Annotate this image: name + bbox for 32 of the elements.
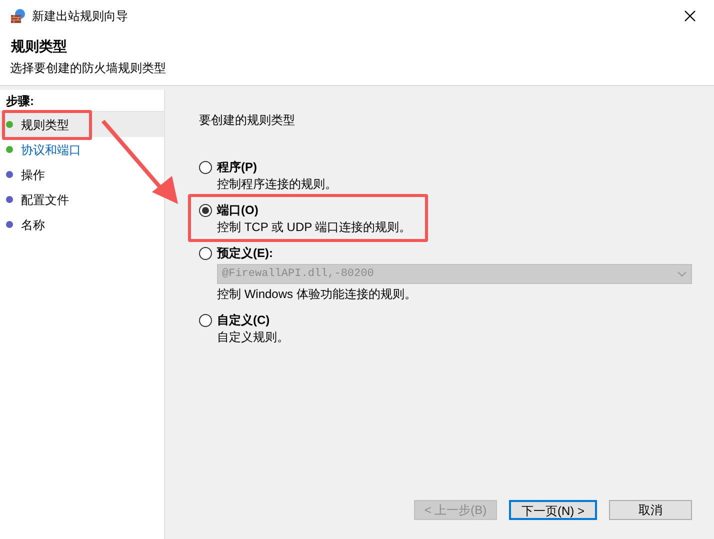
dialog-button[interactable]: 取消 <box>609 500 692 520</box>
close-icon[interactable] <box>684 10 696 22</box>
option-description: 自定义规则。 <box>217 329 290 345</box>
step-item[interactable]: 操作 <box>0 162 51 187</box>
radio-button[interactable] <box>199 161 212 174</box>
option-description: 控制 TCP 或 UDP 端口连接的规则。 <box>217 219 412 235</box>
step-label: 操作 <box>21 166 45 184</box>
step-item[interactable]: 名称 <box>0 212 51 237</box>
dialog-button[interactable]: 下一页(N) > <box>509 500 597 520</box>
step-item[interactable]: 配置文件 <box>0 187 75 212</box>
option-label[interactable]: 端口(O) <box>217 202 692 219</box>
page-heading: 规则类型 <box>10 37 68 56</box>
step-item[interactable]: 规则类型 <box>0 112 164 137</box>
radio-button[interactable] <box>199 204 212 217</box>
option-description: 控制程序连接的规则。 <box>217 176 338 192</box>
step-label[interactable]: 协议和端口 <box>21 140 81 158</box>
chevron-down-icon <box>677 271 687 277</box>
step-label: 规则类型 <box>21 116 69 134</box>
page-subtitle: 选择要创建的防火墙规则类型 <box>10 60 167 76</box>
prompt-text: 要创建的规则类型 <box>199 112 296 129</box>
radio-button[interactable] <box>199 247 212 260</box>
window-title: 新建出站规则向导 <box>32 8 128 25</box>
option-label[interactable]: 自定义(C) <box>217 312 692 329</box>
option-label[interactable]: 预定义(E): <box>217 245 692 262</box>
radio-button[interactable] <box>199 314 212 327</box>
option-description: 控制 Windows 体验功能连接的规则。 <box>217 286 418 302</box>
dropdown-value: @FirewallAPI.dll,-80200 <box>222 266 375 282</box>
firewall-icon <box>10 8 26 24</box>
step-item[interactable]: 协议和端口 <box>0 137 87 162</box>
step-label: 配置文件 <box>21 192 69 208</box>
step-label: 名称 <box>21 216 45 234</box>
option-label[interactable]: 程序(P) <box>217 159 692 176</box>
